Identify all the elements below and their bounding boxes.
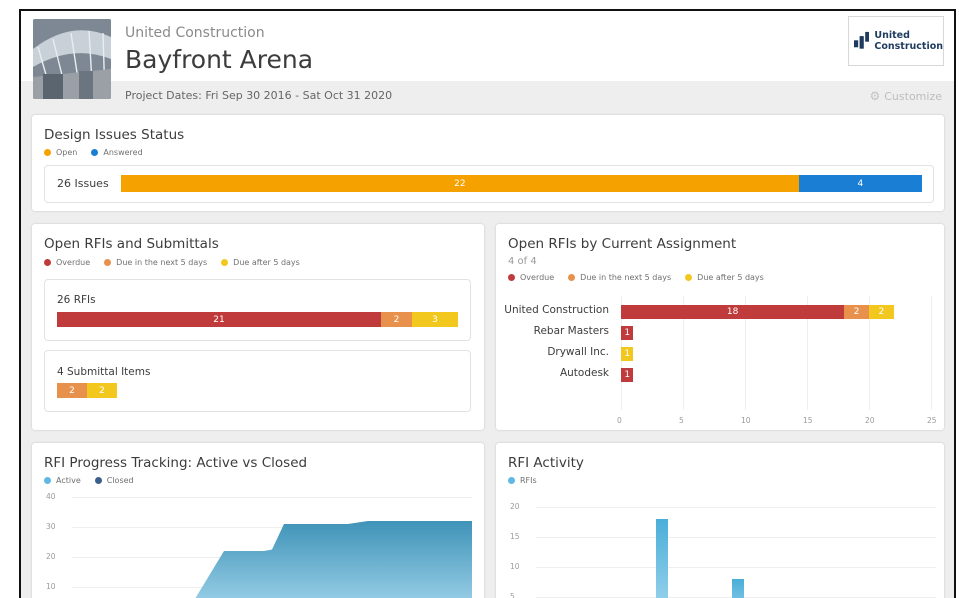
legend-due-next: Due in the next 5 days xyxy=(104,258,207,267)
logo-mark-icon xyxy=(854,31,870,49)
legend-overdue: Overdue xyxy=(44,258,90,267)
overdue-dot-icon xyxy=(44,259,51,266)
project-thumbnail xyxy=(33,19,111,99)
x-tick-label: 0 xyxy=(617,416,622,425)
design-issues-bar[interactable]: 22 4 xyxy=(121,175,922,192)
rfi-activity-bar-chart: 20 15 10 5 xyxy=(496,443,944,598)
logo-text-line1: United xyxy=(874,30,910,41)
legend-open: Open xyxy=(44,148,77,157)
rfis-by-assignment-card: Open RFIs by Current Assignment 4 of 4 O… xyxy=(496,224,944,430)
design-issues-count: 26 Issues xyxy=(57,177,109,190)
x-tick-label: 5 xyxy=(679,416,684,425)
gear-icon: ⚙ xyxy=(869,89,881,103)
submittals-summary[interactable]: 4 Submittal Items 2 2 xyxy=(44,350,471,412)
open-rfis-legend: Overdue Due in the next 5 days Due after… xyxy=(44,258,300,267)
design-issues-title: Design Issues Status xyxy=(44,127,185,143)
x-tick-label: 20 xyxy=(865,416,875,425)
open-dot-icon xyxy=(44,149,51,156)
x-tick-label: 15 xyxy=(803,416,813,425)
design-issues-card: Design Issues Status Open Answered 26 Is… xyxy=(32,115,944,211)
assignment-bar-segment[interactable]: 1 xyxy=(621,326,634,340)
assignment-bar-segment[interactable]: 2 xyxy=(844,305,869,319)
legend-answered: Answered xyxy=(91,148,143,157)
x-tick-label: 10 xyxy=(741,416,751,425)
customize-label: Customize xyxy=(884,89,942,103)
progress-area-svg xyxy=(72,521,472,598)
company-logo: United Construction xyxy=(848,16,944,66)
rfis-bar[interactable]: 21 2 3 xyxy=(57,312,458,327)
legend-open-label: Open xyxy=(56,148,78,157)
y-gridline xyxy=(536,507,936,508)
rfi-progress-card: RFI Progress Tracking: Active vs Closed … xyxy=(32,443,484,598)
logo-text: United Construction xyxy=(874,30,943,52)
legend-due-next-label: Due in the next 5 days xyxy=(116,258,208,267)
assignment-category-label: Rebar Masters xyxy=(533,325,609,337)
x-gridline xyxy=(931,296,932,410)
assignment-bar-segment[interactable]: 1 xyxy=(621,368,634,382)
logo-text-line2: Construction xyxy=(874,41,943,52)
activity-bar[interactable] xyxy=(732,579,744,598)
activity-bar[interactable] xyxy=(656,519,668,598)
customize-button[interactable]: ⚙ Customize xyxy=(869,89,942,103)
due-next-dot-icon xyxy=(104,259,112,266)
y-gridline xyxy=(536,537,936,538)
assignment-bar-segment[interactable]: 18 xyxy=(621,305,845,319)
rfi-progress-area-chart: 40 30 20 10 xyxy=(32,443,484,598)
submittals-due-after-segment[interactable]: 2 xyxy=(87,383,117,398)
project-title: Bayfront Arena xyxy=(125,45,314,74)
y-tick-label: 10 xyxy=(510,562,520,571)
submittals-due-next-segment[interactable]: 2 xyxy=(57,383,87,398)
due-after-dot-icon xyxy=(221,259,229,266)
assignment-bar-segment[interactable]: 2 xyxy=(869,305,894,319)
legend-overdue-label: Overdue xyxy=(56,258,91,267)
y-tick-label: 15 xyxy=(510,532,520,541)
rfis-count: 26 RFIs xyxy=(57,294,96,306)
rfis-due-after-segment[interactable]: 3 xyxy=(411,312,458,327)
rfis-overdue-segment[interactable]: 21 xyxy=(57,312,381,327)
y-gridline xyxy=(536,567,936,568)
submittals-count: 4 Submittal Items xyxy=(57,366,151,378)
project-dates: Project Dates: Fri Sep 30 2016 - Sat Oct… xyxy=(125,89,393,102)
x-tick-label: 25 xyxy=(927,416,937,425)
company-name: United Construction xyxy=(125,25,265,41)
assignment-category-label: Drywall Inc. xyxy=(547,346,609,358)
rfi-activity-card: RFI Activity RFIs 20 15 10 5 xyxy=(496,443,944,598)
y-tick-label: 20 xyxy=(510,502,520,511)
dashboard-frame: United Construction Bayfront Arena Proje… xyxy=(19,9,956,598)
y-tick-label: 5 xyxy=(510,592,515,598)
design-issues-legend: Open Answered xyxy=(44,148,143,157)
legend-due-after: Due after 5 days xyxy=(221,258,300,267)
assignment-bar-chart: 0 5 10 15 20 25 United Construction 18 2 2 Rebar M… xyxy=(496,224,944,430)
rfis-summary[interactable]: 26 RFIs 21 2 3 xyxy=(44,279,471,341)
assignment-category-label: United Construction xyxy=(504,304,609,316)
active-area-series[interactable] xyxy=(72,521,472,598)
open-segment[interactable]: 22 xyxy=(121,175,799,192)
answered-segment[interactable]: 4 xyxy=(798,175,922,192)
legend-answered-label: Answered xyxy=(103,148,143,157)
design-issues-row: 26 Issues 22 4 xyxy=(44,165,934,203)
open-rfis-submittals-card: Open RFIs and Submittals Overdue Due in … xyxy=(32,224,484,430)
rfis-due-next-segment[interactable]: 2 xyxy=(381,312,412,327)
assignment-category-label: Autodesk xyxy=(559,367,609,379)
answered-dot-icon xyxy=(91,149,99,156)
assignment-bar-segment[interactable]: 1 xyxy=(621,347,634,361)
open-rfis-submittals-title: Open RFIs and Submittals xyxy=(44,236,219,252)
legend-due-after-label: Due after 5 days xyxy=(233,258,300,267)
submittals-bar[interactable]: 2 2 xyxy=(57,383,117,398)
